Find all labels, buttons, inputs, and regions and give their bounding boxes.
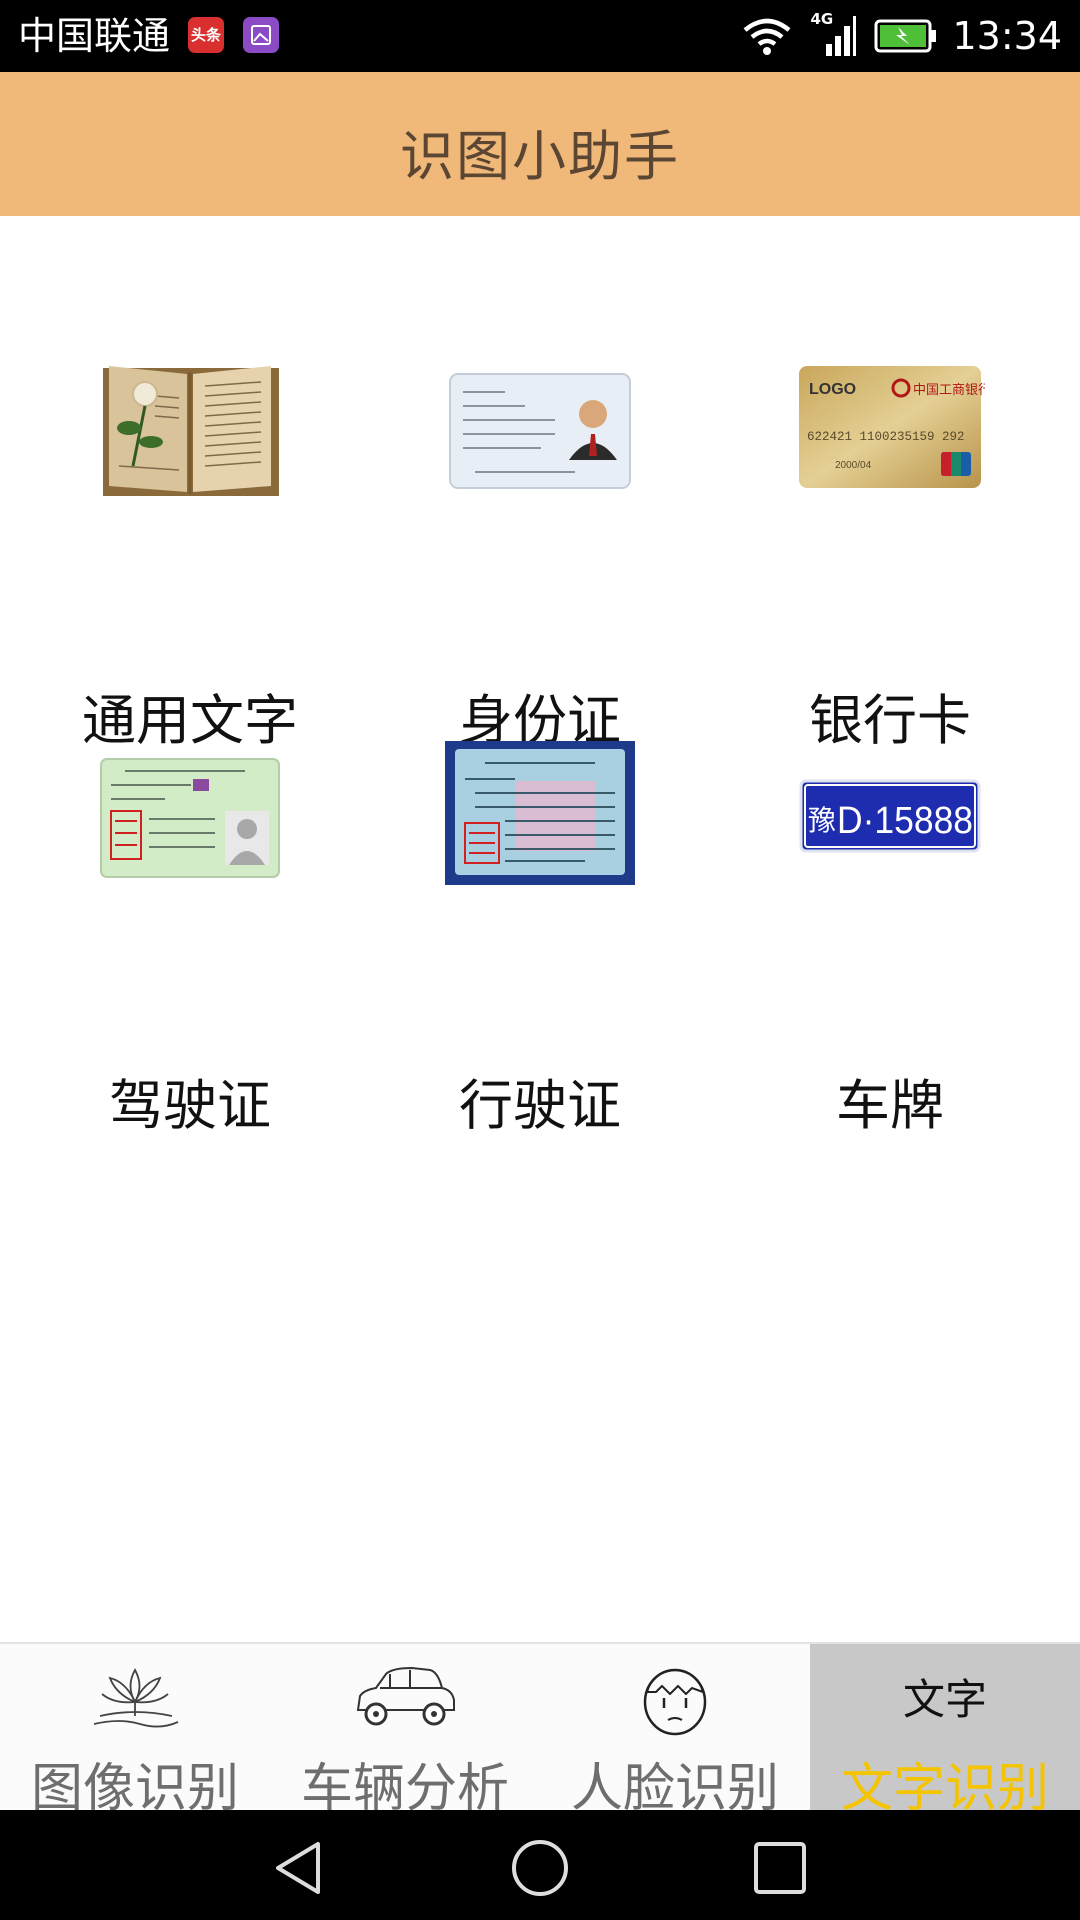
app-header: 识图小助手: [0, 72, 1080, 216]
face-icon: [643, 1668, 707, 1736]
vehicle-license-tile[interactable]: 行驶证: [390, 741, 690, 1137]
svg-text:622421 1100235159 292: 622421 1100235159 292: [807, 430, 965, 444]
network-type: 4G: [810, 10, 834, 28]
general-text-tile[interactable]: 通用文字: [40, 356, 340, 752]
svg-text:中国工商银行: 中国工商银行: [913, 383, 985, 398]
cellular-signal-icon: 4G: [810, 10, 857, 58]
back-icon[interactable]: [270, 1838, 330, 1898]
bank-card-tile[interactable]: LOGO 中国工商银行 622421 1100235159 292 2000/0…: [740, 356, 1040, 752]
driver-license-tile[interactable]: 驾驶证: [40, 741, 340, 1137]
bottom-tab-bar: 图像识别 车辆分析 人脸识别 文字 文字识别: [0, 1642, 1080, 1819]
status-bar: 中国联通 头条 4G 13:34: [0, 0, 1080, 72]
svg-text:LOGO: LOGO: [809, 381, 856, 398]
gallery-app-icon: [243, 17, 279, 53]
license-plate-icon: 豫 D·15888: [799, 779, 981, 853]
svg-text:豫: 豫: [808, 804, 836, 837]
lotus-icon: [93, 1668, 179, 1728]
tile-label: 行驶证: [459, 1074, 621, 1137]
tile-label: 车牌: [836, 1074, 944, 1137]
battery-charging-icon: [874, 19, 937, 53]
text-icon: 文字: [902, 1675, 987, 1724]
system-navigation-bar: [0, 1810, 1080, 1920]
driver-license-icon: [100, 758, 280, 878]
tile-label: 驾驶证: [109, 1074, 271, 1137]
svg-text:2000/04: 2000/04: [835, 460, 872, 471]
tab-text-recognition[interactable]: 文字 文字识别: [810, 1644, 1080, 1819]
car-icon: [356, 1666, 455, 1726]
tab-image-recognition[interactable]: 图像识别: [0, 1644, 270, 1819]
bank-card-icon: LOGO 中国工商银行 622421 1100235159 292 2000/0…: [799, 366, 985, 488]
news-app-icon: 头条: [188, 17, 224, 53]
page-title: 识图小助手: [400, 125, 680, 188]
license-plate-tile[interactable]: 豫 D·15888 车牌: [740, 741, 1040, 1137]
id-card-tile[interactable]: 身份证: [390, 356, 690, 752]
clock: 13:34: [952, 14, 1062, 58]
svg-text:D·15888: D·15888: [837, 800, 973, 842]
vehicle-license-icon: [445, 741, 635, 885]
tab-face-recognition[interactable]: 人脸识别: [540, 1644, 810, 1819]
recent-apps-icon[interactable]: [750, 1838, 810, 1898]
carrier-name: 中国联通: [18, 14, 171, 58]
tab-vehicle-analysis[interactable]: 车辆分析: [270, 1644, 540, 1819]
wifi-icon: [744, 18, 791, 55]
home-icon[interactable]: [510, 1838, 570, 1898]
open-book-icon: [103, 366, 279, 496]
id-card-icon: [449, 373, 631, 489]
